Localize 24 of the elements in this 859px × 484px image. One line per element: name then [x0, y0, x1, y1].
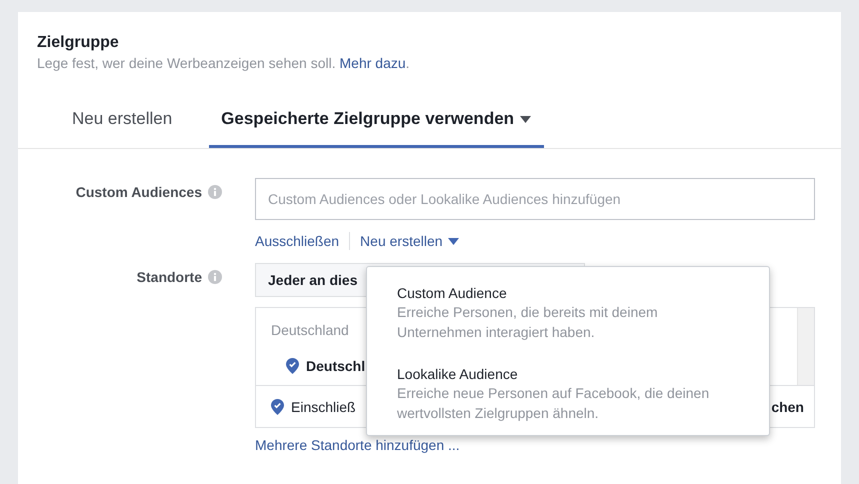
audience-input-field[interactable]: Custom Audiences oder Lookalike Audiences hinzufügen	[255, 178, 815, 220]
menu-item-title[interactable]: Lookalike Audience	[397, 366, 739, 382]
add-locations-link[interactable]: Mehrere Standorte hinzufügen ...	[255, 437, 460, 453]
tab[interactable]: Neu erstellen	[60, 109, 186, 148]
action-link[interactable]: Ausschließen	[255, 233, 340, 249]
field-label: Custom Audiences	[76, 184, 202, 200]
info-icon[interactable]	[208, 270, 222, 284]
section-title: Zielgruppe	[37, 34, 120, 52]
tab[interactable]: Gespeicherte Zielgruppe verwenden	[209, 109, 544, 148]
include-label[interactable]: Einschließ	[291, 398, 356, 414]
menu-item-title[interactable]: Custom Audience	[397, 285, 739, 301]
menu-item-description: Erreiche neue Personen auf Facebook, die deinen wertvollsten Zielgruppen ähneln.	[397, 384, 710, 423]
action-link[interactable]: Neu erstellen	[360, 233, 459, 249]
list-heading: Deutschland	[271, 322, 349, 338]
location-pin-icon	[286, 358, 299, 374]
learn-more-link[interactable]: Mehr dazu	[340, 55, 406, 71]
field-label: Standorte	[136, 269, 202, 285]
browse-button-label[interactable]: chen	[771, 398, 804, 414]
menu-item-description: Erreiche Personen, die bereits mit deinem Unternehmen interagiert haben.	[397, 303, 659, 342]
scrollbar[interactable]	[797, 308, 814, 385]
location-item: Deutschl	[306, 358, 366, 374]
location-pin-icon	[271, 398, 284, 414]
info-icon[interactable]	[208, 185, 222, 199]
section-description: Lege fest, wer deine Werbeanzeigen sehen soll. Mehr dazu.	[37, 55, 411, 71]
